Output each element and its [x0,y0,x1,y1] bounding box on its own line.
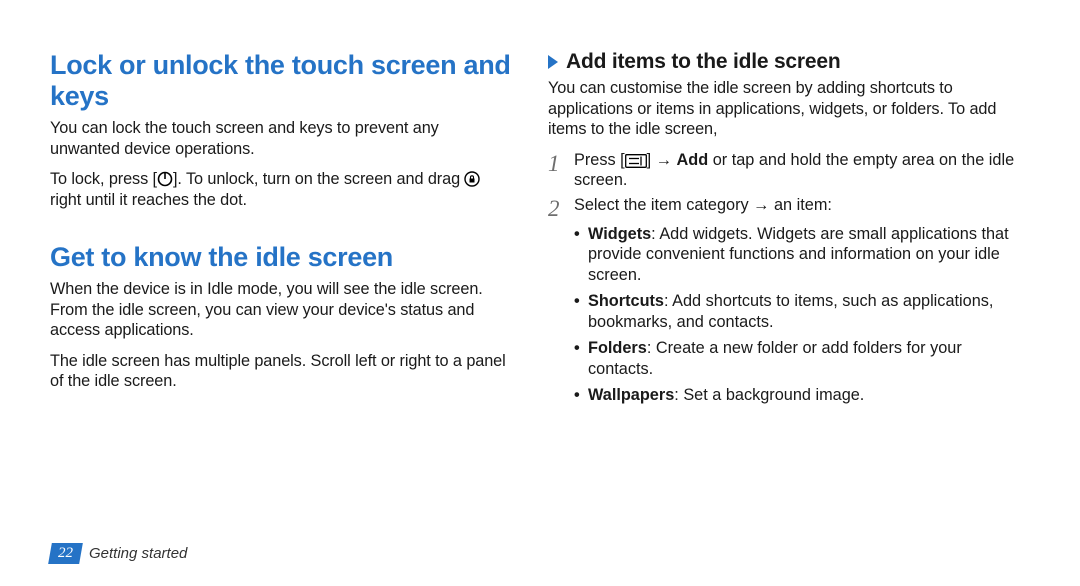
page-number-badge: 22 [48,543,83,564]
list-item: Shortcuts: Add shortcuts to items, such … [574,291,1022,332]
step-1: 1 Press [] → Add or tap and hold the emp… [548,150,1022,191]
list-item: Folders: Create a new folder or add fold… [574,338,1022,379]
section-title: Getting started [89,545,187,562]
add-items-intro: You can customise the idle screen by add… [548,78,1022,140]
step-body: Select the item category → an item: [574,195,832,220]
lock-unlock-desc: You can lock the touch screen and keys t… [50,118,512,159]
step-body: Press [] → Add or tap and hold the empty… [574,150,1022,191]
step-number: 1 [548,150,574,191]
lock-unlock-instruction: To lock, press []. To unlock, turn on th… [50,169,512,210]
page-footer: 22 Getting started [50,543,187,564]
chevron-right-icon [548,55,558,69]
heading-lock-unlock: Lock or unlock the touch screen and keys [50,50,512,112]
left-column: Lock or unlock the touch screen and keys… [50,50,540,564]
menu-key-icon [625,154,647,168]
idle-desc-2: The idle screen has multiple panels. Scr… [50,351,512,392]
idle-desc-1: When the device is in Idle mode, you wil… [50,279,512,341]
power-icon [157,171,173,187]
lock-circle-icon [464,171,480,187]
list-item: Widgets: Add widgets. Widgets are small … [574,224,1022,286]
item-categories-list: Widgets: Add widgets. Widgets are small … [574,224,1022,406]
subheading-add-items: Add items to the idle screen [548,50,1022,74]
list-item: Wallpapers: Set a background image. [574,385,1022,406]
step-number: 2 [548,195,574,220]
manual-page: Lock or unlock the touch screen and keys… [0,0,1080,586]
right-column: Add items to the idle screen You can cus… [540,50,1030,564]
step-2: 2 Select the item category → an item: [548,195,1022,220]
heading-idle-screen: Get to know the idle screen [50,242,512,273]
